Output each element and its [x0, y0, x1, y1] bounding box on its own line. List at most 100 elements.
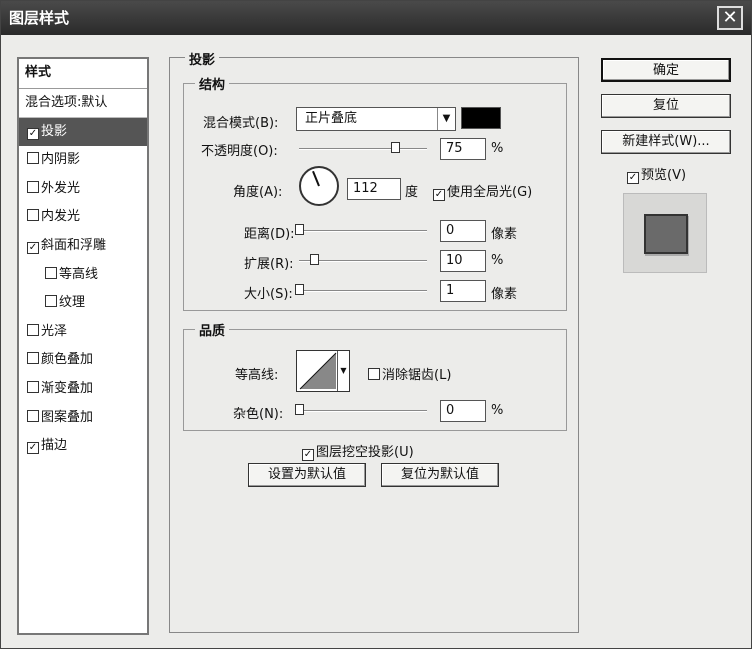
style-item-label: 等高线 [59, 266, 99, 282]
style-item-label: 内阴影 [41, 152, 81, 168]
blend-mode-label: 混合模式(B): [203, 116, 279, 131]
make-default-button[interactable]: 设置为默认值 [248, 463, 366, 487]
drop-shadow-title: 投影 [185, 49, 220, 68]
checkbox-icon[interactable] [27, 409, 39, 422]
checkbox-icon: ✓ [302, 449, 314, 461]
checkbox-icon[interactable] [27, 352, 39, 365]
angle-dial[interactable] [299, 166, 339, 206]
style-item[interactable]: 内阴影 [19, 146, 147, 175]
layer-style-dialog: 图层样式 ✕ 样式 混合选项:默认 ✓ 投影 内阴影 外发光 内发光 ✓ 斜面和浮雕 等高线 纹理… [0, 0, 752, 649]
opacity-slider[interactable] [299, 148, 427, 150]
anti-alias-checkbox[interactable]: 消除锯齿(L) [368, 364, 451, 383]
style-item-label: 纹理 [59, 295, 86, 311]
style-item-label: 渐变叠加 [41, 380, 94, 396]
size-unit: 像素 [491, 287, 518, 302]
style-item-label: 混合选项:默认 [25, 95, 108, 110]
checkbox-icon[interactable]: ✓ [27, 241, 39, 254]
checkbox-icon [368, 368, 380, 380]
angle-unit: 度 [405, 185, 419, 200]
spread-input[interactable]: 10 [440, 250, 486, 272]
style-item[interactable]: ✓ 斜面和浮雕 [19, 232, 147, 261]
size-slider[interactable] [299, 290, 427, 292]
distance-input[interactable]: 0 [440, 220, 486, 242]
close-button[interactable]: ✕ [717, 6, 743, 30]
style-item[interactable]: 图案叠加 [19, 404, 147, 433]
styles-list: 样式 混合选项:默认 ✓ 投影 内阴影 外发光 内发光 ✓ 斜面和浮雕 等高线 纹理 光泽 颜色叠加渐… [17, 57, 149, 635]
opacity-input[interactable]: 75 [440, 138, 486, 160]
checkbox-icon[interactable]: ✓ [27, 442, 39, 455]
checkbox-icon[interactable] [27, 152, 39, 165]
spread-unit: % [491, 253, 504, 268]
style-item-label: 颜色叠加 [41, 352, 94, 368]
checkbox-icon[interactable]: ✓ [27, 127, 39, 140]
noise-unit: % [491, 403, 504, 418]
distance-slider-thumb[interactable] [295, 224, 304, 235]
distance-slider[interactable] [299, 230, 427, 232]
style-preview [623, 193, 707, 273]
preview-checkbox[interactable]: ✓ 预览(V) [627, 164, 686, 184]
style-item-label: 外发光 [41, 180, 81, 196]
style-item-label: 光泽 [41, 323, 68, 339]
checkbox-icon: ✓ [433, 189, 445, 201]
style-item[interactable]: 混合选项:默认 [19, 89, 147, 118]
noise-slider[interactable] [299, 410, 427, 412]
preview-label: 预览(V) [641, 168, 687, 183]
style-item[interactable]: 颜色叠加 [19, 346, 147, 375]
distance-label: 距离(D): [244, 227, 295, 242]
new-style-button[interactable]: 新建样式(W)... [601, 130, 731, 154]
size-input[interactable]: 1 [440, 280, 486, 302]
ok-button[interactable]: 确定 [601, 58, 731, 82]
title-bar: 图层样式 ✕ [1, 1, 751, 35]
shadow-color-swatch[interactable] [461, 107, 501, 129]
opacity-unit: % [491, 141, 504, 156]
style-item[interactable]: 内发光 [19, 203, 147, 232]
style-item[interactable]: 等高线 [19, 261, 147, 290]
contour-dropdown-icon[interactable]: ▼ [337, 351, 349, 391]
global-light-label: 使用全局光(G) [447, 185, 533, 200]
size-label: 大小(S): [244, 287, 293, 302]
styles-header[interactable]: 样式 [19, 59, 147, 89]
style-item[interactable]: 光泽 [19, 318, 147, 347]
style-item[interactable]: 外发光 [19, 175, 147, 204]
noise-input[interactable]: 0 [440, 400, 486, 422]
noise-slider-thumb[interactable] [295, 404, 304, 415]
checkbox-icon[interactable] [27, 323, 39, 336]
global-light-checkbox[interactable]: ✓ 使用全局光(G) [433, 181, 532, 201]
style-item[interactable]: ✓ 投影 [19, 117, 147, 147]
style-item[interactable]: 渐变叠加 [19, 375, 147, 404]
style-item-label: 斜面和浮雕 [41, 237, 107, 253]
contour-picker[interactable]: ▼ [296, 350, 350, 392]
spread-slider-thumb[interactable] [310, 254, 319, 265]
blend-mode-value: 正片叠底 [305, 111, 358, 126]
opacity-slider-thumb[interactable] [391, 142, 400, 153]
close-icon: ✕ [722, 7, 738, 28]
angle-input[interactable]: 112 [347, 178, 401, 200]
checkbox-icon[interactable] [27, 180, 39, 193]
blend-mode-select[interactable]: 正片叠底 ▼ [296, 107, 456, 131]
style-item-label: 内发光 [41, 209, 81, 225]
checkbox-icon[interactable] [27, 209, 39, 222]
style-item-label: 图案叠加 [41, 409, 94, 425]
style-item-label: 投影 [41, 123, 68, 139]
checkbox-icon[interactable] [45, 266, 57, 279]
style-item-label: 描边 [41, 438, 68, 454]
noise-label: 杂色(N): [233, 407, 284, 422]
dialog-title: 图层样式 [9, 9, 70, 27]
structure-title: 结构 [195, 74, 230, 93]
checkbox-icon[interactable] [45, 295, 57, 308]
contour-label: 等高线: [235, 368, 279, 383]
opacity-label: 不透明度(O): [201, 144, 278, 159]
anti-alias-label: 消除锯齿(L) [382, 368, 452, 383]
reset-button[interactable]: 复位 [601, 94, 731, 118]
checkbox-icon: ✓ [627, 172, 639, 184]
knockout-checkbox[interactable]: ✓ 图层挖空投影(U) [302, 441, 414, 461]
style-item[interactable]: 纹理 [19, 289, 147, 318]
style-item[interactable]: ✓ 描边 [19, 432, 147, 461]
distance-unit: 像素 [491, 227, 518, 242]
size-slider-thumb[interactable] [295, 284, 304, 295]
contour-curve-icon [299, 352, 337, 390]
quality-title: 品质 [195, 320, 230, 339]
checkbox-icon[interactable] [27, 380, 39, 393]
angle-needle [312, 170, 320, 187]
reset-default-button[interactable]: 复位为默认值 [381, 463, 499, 487]
